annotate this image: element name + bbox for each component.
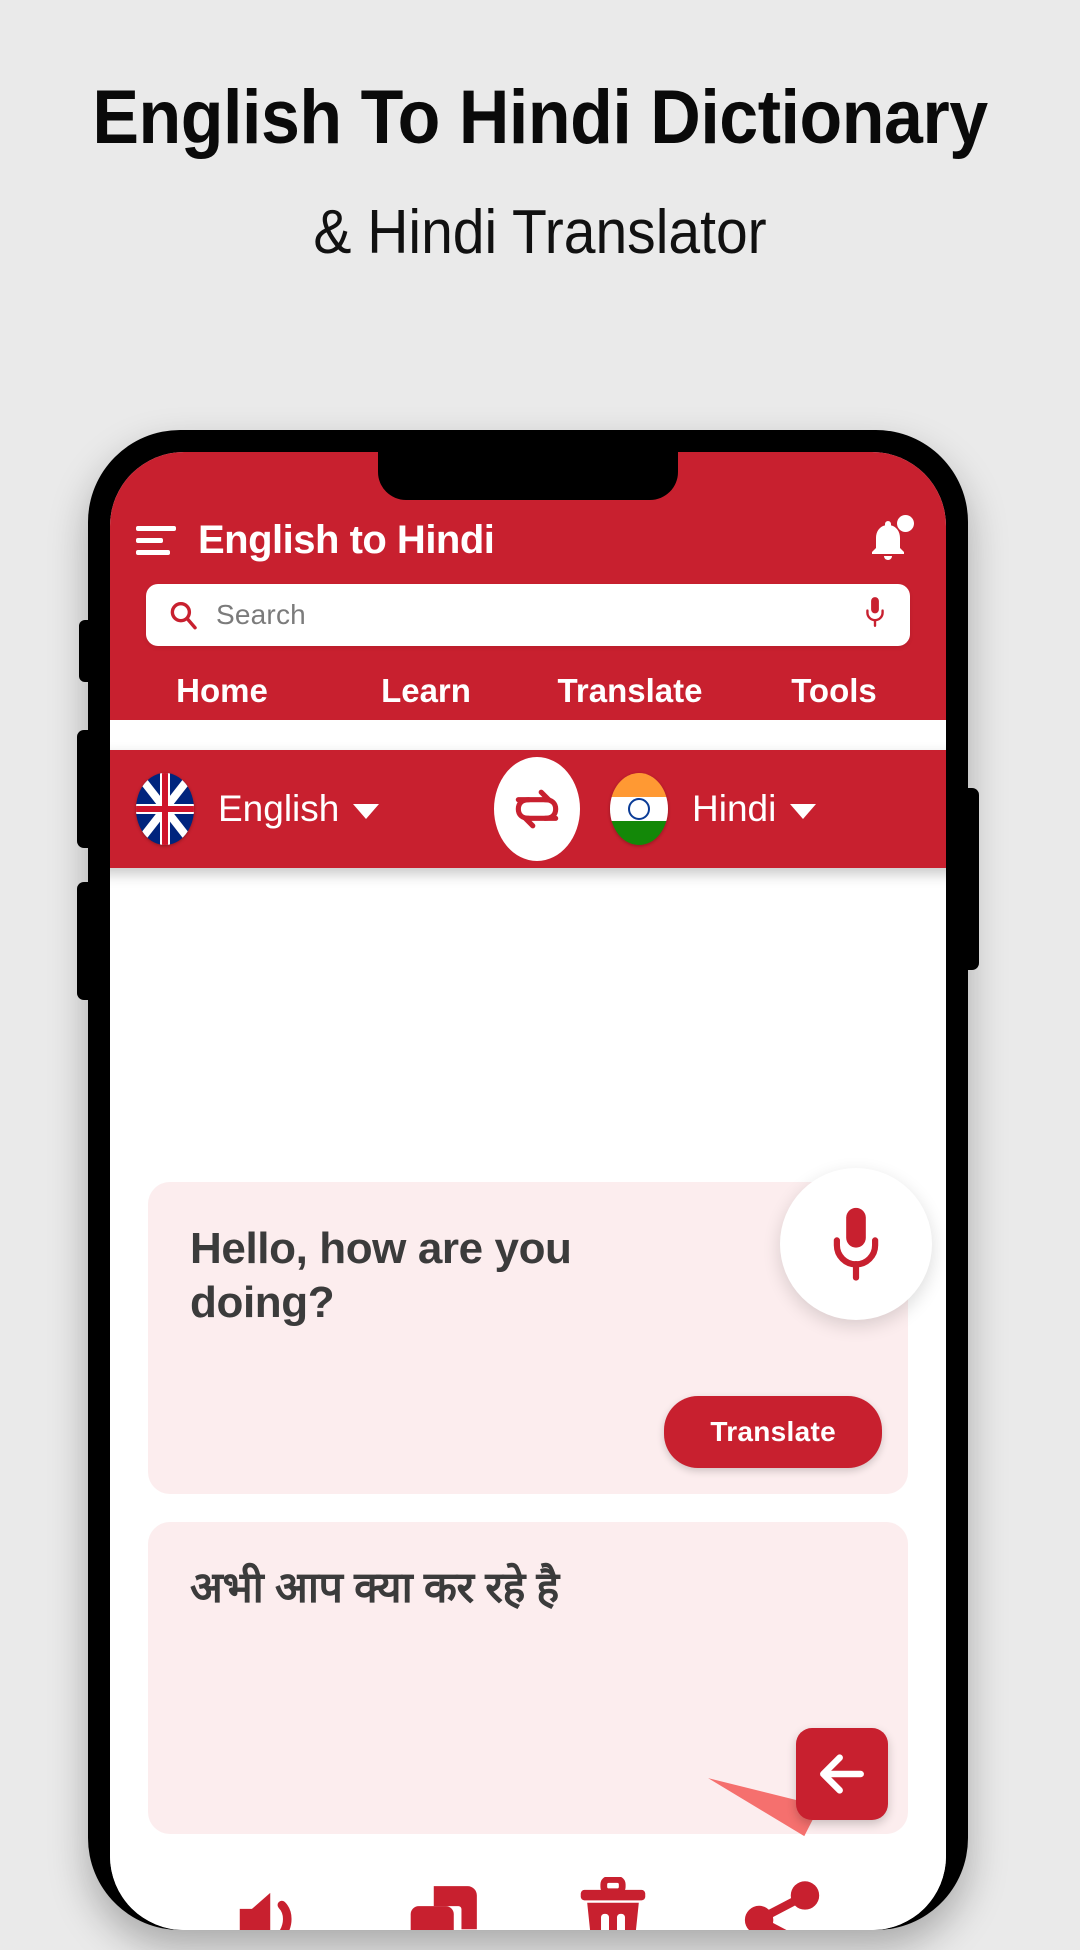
translation-content: Hello, how are you doing? Translate अभी … [110, 720, 946, 1930]
promo-subtitle: & Hindi Translator [313, 197, 767, 267]
translate-button[interactable]: Translate [664, 1396, 882, 1468]
translated-text: अभी आप क्या कर रहे है [190, 1564, 559, 1612]
hamburger-icon[interactable] [136, 523, 180, 557]
phone-notch [378, 452, 678, 500]
phone-body: English to Hindi Search Home Learn Trans… [77, 430, 979, 1930]
swap-languages-icon [515, 789, 559, 829]
search-icon [166, 598, 200, 632]
promo-title: English To Hindi Dictionary [92, 75, 988, 160]
translated-text-card[interactable]: अभी आप क्या कर रहे है [148, 1522, 908, 1837]
target-language-label: Hindi [692, 788, 777, 829]
share-icon [744, 1881, 820, 1930]
target-language-selector[interactable]: Hindi [580, 773, 946, 845]
speak-button[interactable] [227, 1874, 319, 1930]
delete-button[interactable] [567, 1874, 659, 1930]
phone-power-button[interactable] [965, 788, 979, 970]
volume-speaker-icon [239, 1892, 292, 1930]
search-placeholder: Search [216, 599, 306, 630]
microphone-icon [833, 1207, 879, 1281]
share-hint-callout[interactable] [796, 1728, 888, 1820]
phone-volume-up-button[interactable] [77, 730, 91, 848]
action-bar [110, 1874, 946, 1930]
share-button[interactable] [737, 1874, 829, 1930]
promo-banner: English To Hindi Dictionary & Hindi Tran… [0, 0, 1080, 265]
app-header-row: English to Hindi [110, 504, 946, 576]
trash-icon [580, 1877, 646, 1930]
app-title: English to Hindi [198, 517, 495, 562]
copy-button[interactable] [397, 1874, 489, 1930]
phone-volume-down-button[interactable] [77, 882, 91, 1000]
arrow-left-icon [820, 1754, 864, 1794]
microphone-icon[interactable] [862, 596, 888, 634]
phone-silent-switch[interactable] [79, 620, 91, 682]
source-language-label: English [218, 788, 340, 829]
language-selector-bar: English Hindi [110, 750, 946, 868]
voice-input-button[interactable] [780, 1168, 932, 1320]
phone-screen: English to Hindi Search Home Learn Trans… [110, 452, 946, 1930]
source-text-card[interactable]: Hello, how are you doing? Translate [148, 1168, 932, 1494]
chevron-down-icon [790, 803, 817, 819]
phone-mockup: English to Hindi Search Home Learn Trans… [77, 430, 988, 1950]
swap-languages-button[interactable] [494, 757, 580, 861]
search-input[interactable]: Search [146, 584, 910, 646]
source-language-selector[interactable]: English [110, 773, 494, 845]
india-flag-icon [610, 773, 668, 845]
notification-badge-dot [897, 515, 914, 532]
notification-bell-icon[interactable] [864, 515, 914, 564]
search-bar-wrapper: Search [110, 576, 946, 646]
uk-flag-icon [136, 773, 194, 845]
copy-icon [410, 1886, 477, 1930]
chevron-down-icon [353, 803, 380, 819]
